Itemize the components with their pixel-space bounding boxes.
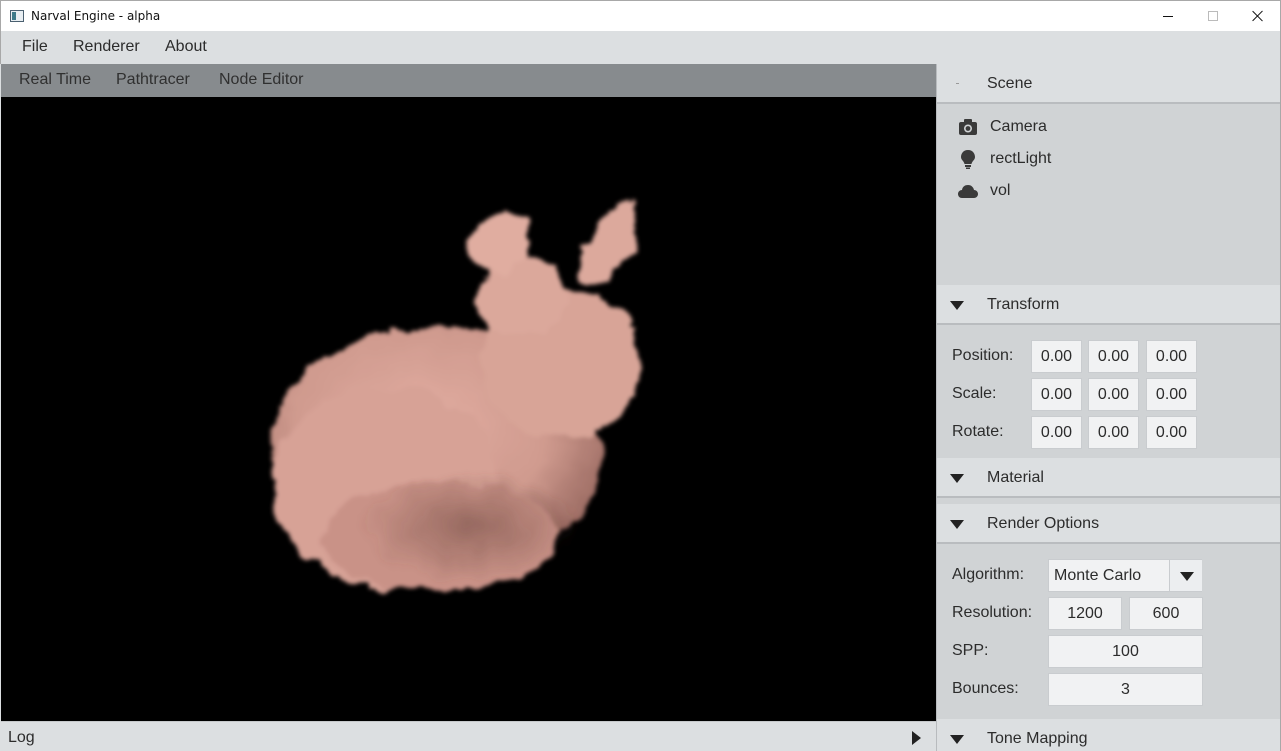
scene-header[interactable]: Scene — [937, 64, 1280, 104]
material-title: Material — [987, 469, 1044, 486]
tab-real-time[interactable]: Real Time — [19, 71, 91, 89]
algorithm-dropdown-button[interactable] — [1169, 560, 1202, 591]
maximize-icon — [1208, 11, 1218, 21]
close-icon — [1252, 10, 1264, 22]
scale-z-field[interactable]: 0.00 — [1146, 378, 1197, 411]
chevron-down-icon — [1180, 572, 1194, 581]
render-viewport[interactable] — [1, 97, 936, 721]
viewport-tab-bar: Real Time Pathtracer Node Editor — [1, 64, 936, 97]
position-y-field[interactable]: 0.00 — [1088, 340, 1139, 373]
lightbulb-icon — [957, 148, 979, 170]
menu-bar: File Renderer About — [0, 31, 1281, 64]
spp-label: SPP: — [952, 642, 989, 659]
scene-item-rectlight[interactable]: rectLight — [957, 146, 1051, 172]
position-x-field[interactable]: 0.00 — [1031, 340, 1082, 373]
resolution-height-field[interactable]: 600 — [1129, 597, 1203, 630]
resolution-label: Resolution: — [952, 604, 1033, 621]
camera-icon — [957, 116, 979, 138]
scene-item-label: Camera — [990, 118, 1047, 135]
collapse-arrow-icon[interactable] — [950, 301, 964, 310]
scene-item-label: rectLight — [990, 150, 1052, 167]
scene-title: Scene — [987, 75, 1033, 92]
scale-label: Scale: — [952, 385, 997, 402]
minimize-icon — [1163, 15, 1173, 17]
tone-mapping-header[interactable]: Tone Mapping — [937, 719, 1280, 751]
transform-title: Transform — [987, 296, 1060, 313]
tab-node-editor[interactable]: Node Editor — [219, 71, 304, 89]
log-bar[interactable]: Log — [1, 721, 936, 751]
minimize-button[interactable] — [1145, 1, 1191, 31]
resolution-width-field[interactable]: 1200 — [1048, 597, 1122, 630]
position-z-field[interactable]: 0.00 — [1146, 340, 1197, 373]
title-bar: Narval Engine - alpha — [0, 0, 1281, 31]
app-icon — [10, 10, 24, 22]
bounces-label: Bounces: — [952, 680, 1019, 697]
rotate-x-field[interactable]: 0.00 — [1031, 416, 1082, 449]
menu-file[interactable]: File — [22, 38, 48, 56]
window-title: Narval Engine - alpha — [31, 9, 161, 23]
rotate-label: Rotate: — [952, 423, 1004, 440]
algorithm-select[interactable]: Monte Carlo — [1048, 559, 1202, 592]
transform-header[interactable]: Transform — [937, 285, 1280, 325]
position-label: Position: — [952, 347, 1014, 364]
cloud-icon — [957, 180, 979, 202]
scene-item-camera[interactable]: Camera — [957, 114, 1047, 140]
render-options-header[interactable]: Render Options — [937, 504, 1280, 544]
menu-renderer[interactable]: Renderer — [73, 38, 140, 56]
algorithm-label: Algorithm: — [952, 566, 1025, 583]
collapse-arrow-icon[interactable] — [950, 474, 964, 483]
algorithm-value: Monte Carlo — [1054, 567, 1142, 584]
log-label: Log — [8, 729, 35, 746]
collapse-dot-icon — [956, 83, 959, 84]
properties-panel: Scene Camera rectLight vol Transform Pos… — [936, 64, 1281, 751]
tone-mapping-title: Tone Mapping — [987, 730, 1088, 747]
spp-field[interactable]: 100 — [1048, 635, 1203, 668]
rotate-z-field[interactable]: 0.00 — [1146, 416, 1197, 449]
scene-item-vol[interactable]: vol — [957, 178, 1010, 204]
material-header[interactable]: Material — [937, 458, 1280, 498]
rotate-y-field[interactable]: 0.00 — [1088, 416, 1139, 449]
scale-x-field[interactable]: 0.00 — [1031, 378, 1082, 411]
maximize-button[interactable] — [1190, 1, 1236, 31]
collapse-arrow-icon[interactable] — [950, 735, 964, 744]
expand-arrow-icon[interactable] — [912, 731, 921, 745]
scale-y-field[interactable]: 0.00 — [1088, 378, 1139, 411]
menu-about[interactable]: About — [165, 38, 207, 56]
scene-item-label: vol — [990, 182, 1011, 199]
tab-pathtracer[interactable]: Pathtracer — [116, 71, 190, 89]
bounces-field[interactable]: 3 — [1048, 673, 1203, 706]
volume-bunny-render — [271, 201, 641, 592]
close-button[interactable] — [1235, 1, 1281, 31]
collapse-arrow-icon[interactable] — [950, 520, 964, 529]
render-options-title: Render Options — [987, 515, 1100, 532]
